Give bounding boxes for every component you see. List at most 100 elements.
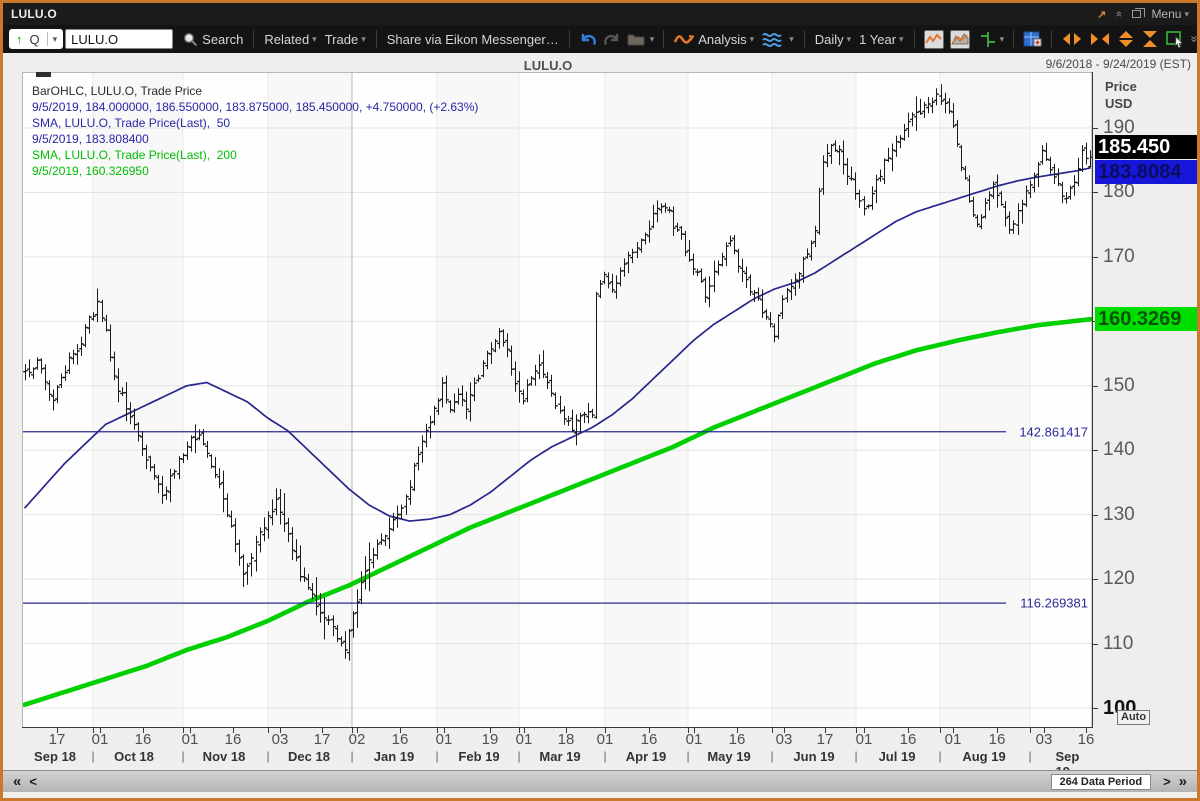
y-axis-label: 120	[1103, 568, 1135, 590]
window-titlebar: LULU.O ↗ » Menu ▾	[3, 3, 1197, 25]
scroll-right-button[interactable]: >	[1163, 774, 1171, 789]
chart-snapshot-button[interactable]	[950, 30, 970, 49]
undo-button[interactable]	[579, 31, 597, 47]
x-axis-day-label: 16	[729, 731, 746, 748]
x-axis-day-label: 16	[225, 731, 242, 748]
x-axis-month-tick	[352, 728, 353, 733]
y-axis-tick	[1093, 386, 1098, 387]
support-line-label: 116.269381	[1020, 596, 1088, 611]
compress-vertical-button[interactable]	[1141, 30, 1159, 48]
x-axis-month-label: Sep 18	[34, 749, 76, 764]
x-axis-month-label: Mar 19	[539, 749, 580, 764]
share-messenger-button[interactable]: Share via Eikon Messenger…	[387, 32, 559, 47]
x-axis-month-tick	[940, 728, 941, 733]
line-chart-icon	[925, 32, 943, 46]
chart-scrollbar[interactable]: « < 264 Data Period > »	[3, 770, 1197, 792]
scroll-far-right-button[interactable]: »	[1179, 773, 1187, 790]
price-chart-svg[interactable]: 142.861417116.269381	[22, 72, 1093, 728]
x-axis-month-separator: |	[181, 749, 184, 763]
price-axis-currency: USD	[1105, 95, 1137, 112]
x-axis-month-label: Jan 19	[374, 749, 414, 764]
add-panel-button[interactable]	[1023, 31, 1042, 48]
x-axis-day-label: 16	[1078, 731, 1095, 748]
x-axis-month-label: Oct 18	[114, 749, 154, 764]
chart-date-range: 9/6/2018 - 9/24/2019 (EST)	[1046, 57, 1191, 71]
auto-scale-button[interactable]: Auto	[1117, 710, 1150, 725]
x-axis-month-tick	[772, 728, 773, 733]
x-axis-month-separator: |	[854, 749, 857, 763]
x-axis-day-label: 02	[349, 731, 366, 748]
last-price-badge: 185.450	[1095, 135, 1197, 159]
x-axis-month-tick	[856, 728, 857, 733]
x-axis-month-tick	[268, 728, 269, 733]
x-axis-month-tick	[605, 728, 606, 733]
symbol-type-selector[interactable]: ↑ Q ▾	[9, 29, 63, 49]
x-axis-month-label: Aug 19	[962, 749, 1005, 764]
x-axis-day-label: 03	[1036, 731, 1053, 748]
popout-icon[interactable]: ↗	[1097, 8, 1106, 21]
zoom-select-button[interactable]	[1165, 30, 1185, 48]
time-axis[interactable]: 1701160116031702160119011801160116031701…	[3, 728, 1093, 768]
chart-area: LULU.O 9/6/2018 - 9/24/2019 (EST) 142.86…	[3, 53, 1197, 798]
scroll-far-left-button[interactable]: «	[13, 773, 21, 790]
compress-vertical-icon	[1141, 30, 1159, 48]
open-chart-button[interactable]: ▾	[627, 32, 655, 47]
x-axis-month-separator: |	[91, 749, 94, 763]
y-axis-label: 150	[1103, 375, 1135, 397]
analysis-dropdown[interactable]: Analysis▾	[674, 32, 754, 47]
price-axis-title: Price	[1105, 78, 1137, 95]
x-axis-day-label: 16	[392, 731, 409, 748]
menu-button[interactable]: Menu	[1151, 7, 1181, 21]
interval-dropdown[interactable]: Daily▾	[815, 32, 851, 47]
style-caret-icon: ▾	[789, 34, 794, 45]
more-tools-button[interactable]: »	[1191, 32, 1198, 46]
x-axis-month-label: Jun 19	[793, 749, 834, 764]
sma200-value-badge: 160.3269	[1095, 307, 1197, 331]
x-axis-day-label: 18	[558, 731, 575, 748]
trade-dropdown[interactable]: Trade▾	[325, 32, 366, 47]
scroll-left-button[interactable]: <	[29, 774, 37, 789]
chart-view-button[interactable]	[924, 30, 944, 49]
y-axis-tick	[1093, 579, 1098, 580]
x-axis-day-label: 16	[641, 731, 658, 748]
x-axis-day-label: 16	[900, 731, 917, 748]
y-axis-tick	[1093, 257, 1098, 258]
price-axis[interactable]: Price USD 190180170150140130120110100185…	[1093, 72, 1197, 728]
x-axis-month-separator: |	[517, 749, 520, 763]
collapse-icon[interactable]: »	[1116, 8, 1122, 20]
open-caret-icon: ▾	[650, 34, 655, 45]
x-axis-month-tick	[437, 728, 438, 733]
crosshair-icon	[979, 31, 997, 48]
x-axis-month-label: Apr 19	[626, 749, 666, 764]
symbol-input[interactable]	[65, 29, 173, 49]
y-axis-tick	[1093, 192, 1098, 193]
y-axis-tick	[1093, 128, 1098, 129]
x-axis-month-label: Nov 18	[203, 749, 246, 764]
more-chevron-icon: »	[1187, 36, 1200, 43]
x-axis-month-tick	[1030, 728, 1031, 733]
chart-style-dropdown[interactable]: ▾	[762, 31, 794, 47]
range-dropdown[interactable]: 1 Year▾	[859, 32, 903, 47]
y-axis-label: 170	[1103, 246, 1135, 268]
search-button[interactable]: Search	[183, 32, 243, 47]
expand-horizontal-button[interactable]	[1061, 31, 1083, 47]
restore-window-icon[interactable]	[1132, 10, 1141, 18]
range-caret-icon: ▾	[899, 34, 904, 45]
compress-horizontal-button[interactable]	[1089, 31, 1111, 47]
crosshair-tool-button[interactable]: ▾	[979, 31, 1005, 48]
related-dropdown[interactable]: Related▾	[264, 32, 316, 47]
x-axis-month-separator: |	[435, 749, 438, 763]
y-axis-label: 110	[1103, 633, 1133, 655]
x-axis-day-label: 03	[776, 731, 793, 748]
waves-icon	[762, 31, 782, 47]
data-period-box[interactable]: 264 Data Period	[1051, 774, 1152, 790]
analysis-squiggle-icon	[674, 33, 694, 45]
y-axis-tick	[1093, 515, 1098, 516]
x-axis-day-label: 17	[314, 731, 331, 748]
x-axis-month-separator: |	[938, 749, 941, 763]
redo-button[interactable]	[603, 31, 621, 47]
x-axis-day-label: 16	[135, 731, 152, 748]
expand-vertical-button[interactable]	[1117, 30, 1135, 48]
x-axis-month-label: Feb 19	[458, 749, 499, 764]
price-plot[interactable]: 142.861417116.269381	[22, 72, 1093, 728]
